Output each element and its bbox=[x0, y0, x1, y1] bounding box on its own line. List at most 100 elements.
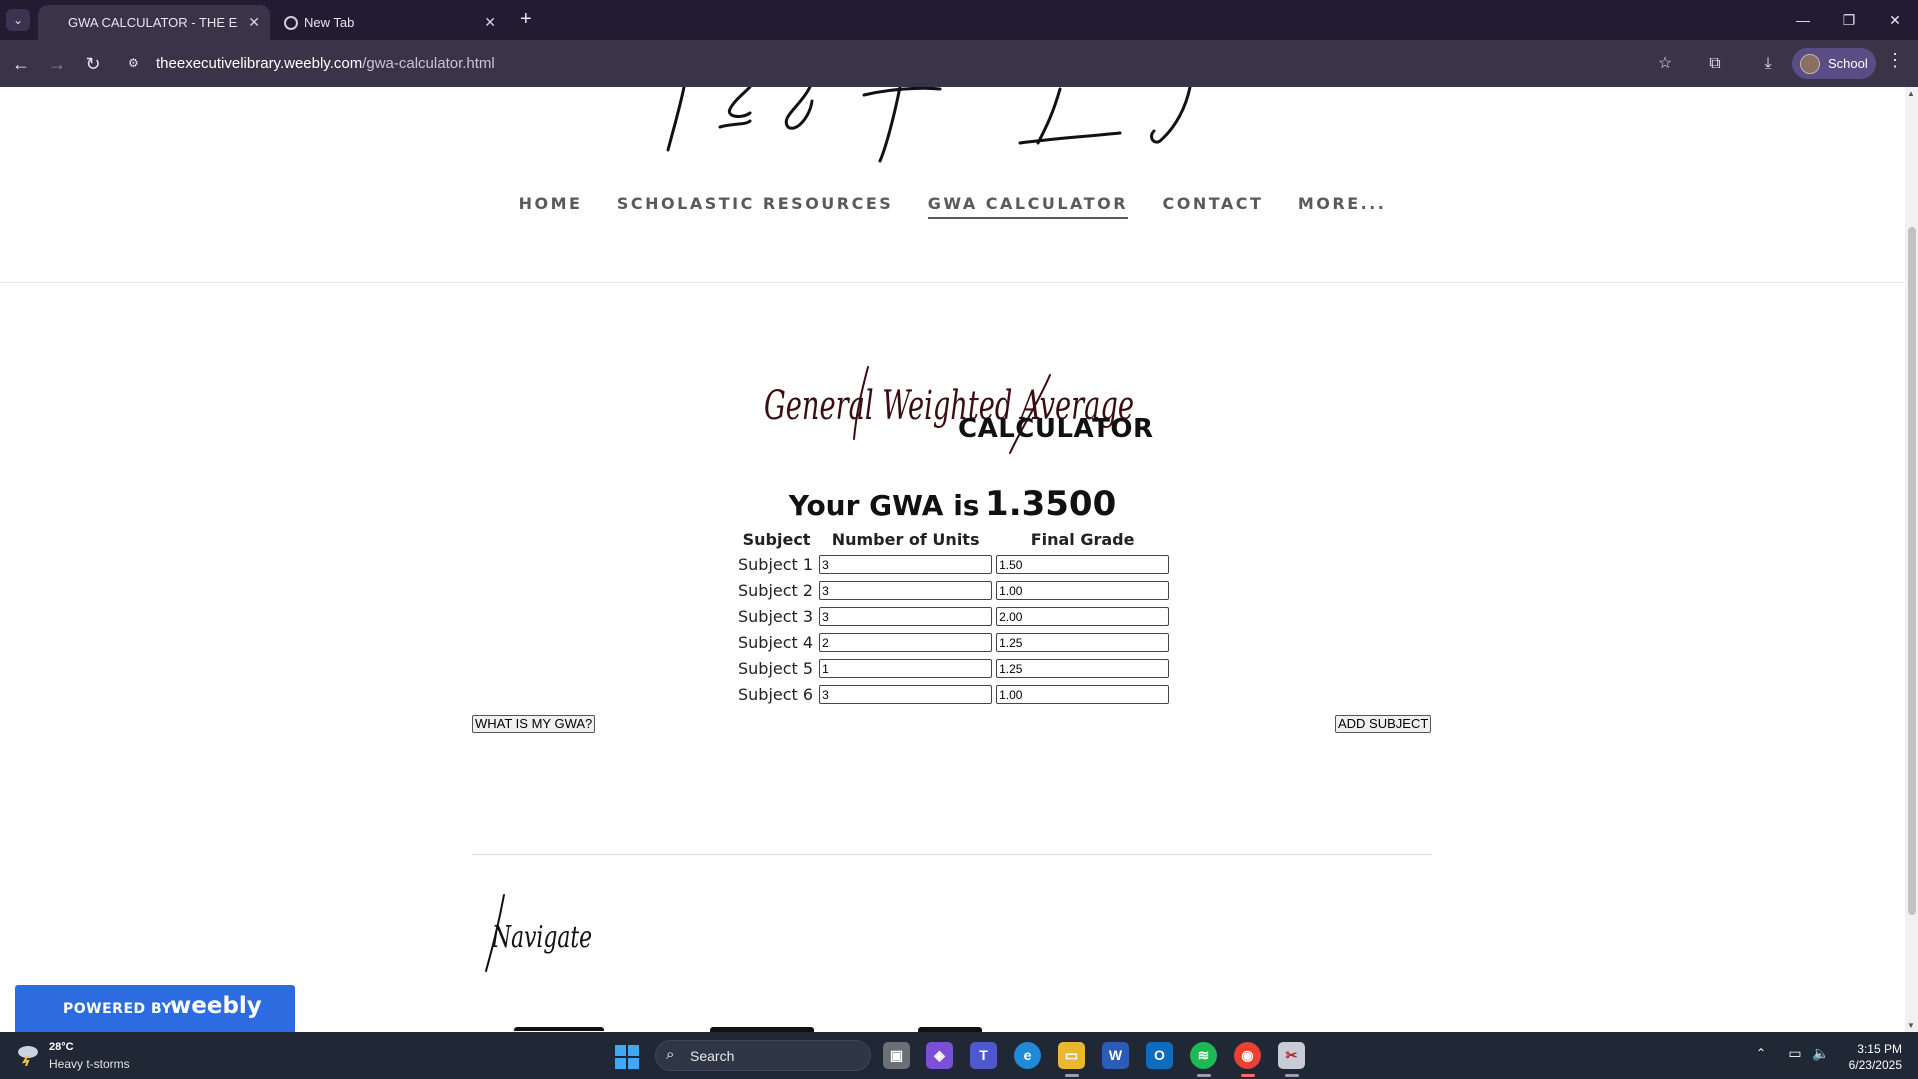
downloads-icon[interactable]: ⤓ bbox=[1756, 52, 1780, 76]
browser-tab-bar: ⌄ GWA CALCULATOR - THE EXECU ✕ New Tab ✕… bbox=[0, 0, 1918, 40]
back-arrow-icon[interactable]: ← bbox=[8, 51, 34, 77]
footer-divider bbox=[472, 854, 1432, 855]
grade-input[interactable] bbox=[996, 607, 1170, 627]
outlook-icon[interactable]: O bbox=[1146, 1042, 1173, 1069]
scrollbar-thumb[interactable] bbox=[1908, 227, 1916, 915]
running-indicator bbox=[1065, 1074, 1079, 1077]
units-input[interactable] bbox=[819, 555, 993, 575]
grade-input[interactable] bbox=[996, 659, 1170, 679]
profile-label: School bbox=[1828, 56, 1868, 71]
address-bar[interactable]: ⚙ theexecutivelibrary.weebly.com/gwa-cal… bbox=[120, 46, 1688, 82]
units-input[interactable] bbox=[819, 633, 993, 653]
nav-scholastic-resources[interactable]: SCHOLASTIC RESOURCES bbox=[617, 194, 893, 217]
network-icon[interactable]: ▭ bbox=[1785, 1045, 1805, 1065]
scroll-up-arrow-icon[interactable]: ▲ bbox=[1907, 89, 1915, 98]
word-icon[interactable]: W bbox=[1102, 1042, 1129, 1069]
close-tab-icon[interactable]: ✕ bbox=[484, 5, 496, 40]
nav-contact[interactable]: CONTACT bbox=[1162, 194, 1263, 217]
close-tab-icon[interactable]: ✕ bbox=[248, 5, 260, 40]
url-text[interactable]: theexecutivelibrary.weebly.com/gwa-calcu… bbox=[156, 55, 495, 72]
spotify-icon[interactable]: ≋ bbox=[1190, 1042, 1217, 1069]
header-units: Number of Units bbox=[831, 529, 980, 549]
nav-gwa-calculator[interactable]: GWA CALCULATOR bbox=[927, 194, 1129, 219]
header-final-grade: Final Grade bbox=[1030, 529, 1135, 549]
calc-subtitle: CALCULATOR bbox=[958, 414, 1154, 444]
search-icon: ⌕ bbox=[666, 1046, 675, 1063]
header-subject: Subject bbox=[742, 529, 811, 549]
subject-label: Subject 2 bbox=[738, 580, 814, 600]
nav-home[interactable]: HOME bbox=[519, 194, 583, 217]
gwa-result-label: Your GWA is bbox=[788, 489, 980, 522]
units-input[interactable] bbox=[819, 607, 993, 627]
profile-button[interactable]: School bbox=[1792, 48, 1876, 79]
table-row: Subject 6 bbox=[736, 681, 1171, 707]
chrome-favicon-icon bbox=[284, 16, 298, 30]
units-input[interactable] bbox=[819, 581, 993, 601]
units-input[interactable] bbox=[819, 685, 993, 705]
tab-gwa-calculator[interactable]: GWA CALCULATOR - THE EXECU ✕ bbox=[38, 5, 270, 40]
file-explorer-icon[interactable]: ▭ bbox=[1058, 1042, 1085, 1069]
grade-input[interactable] bbox=[996, 555, 1170, 575]
nav-more[interactable]: MORE... bbox=[1298, 194, 1387, 217]
taskbar-search-box[interactable]: ⌕ Search bbox=[655, 1040, 871, 1071]
new-tab-button[interactable]: + bbox=[520, 8, 532, 30]
tab-new-tab[interactable]: New Tab ✕ bbox=[274, 5, 506, 40]
tab-title: GWA CALCULATOR - THE EXECU bbox=[68, 15, 238, 30]
weather-storm-icon[interactable] bbox=[16, 1044, 40, 1066]
extensions-icon[interactable]: ⧉ bbox=[1703, 52, 1727, 76]
chrome-icon[interactable]: ◉ bbox=[1234, 1042, 1261, 1069]
grade-input[interactable] bbox=[996, 685, 1170, 705]
grade-input[interactable] bbox=[996, 581, 1170, 601]
subject-label: Subject 5 bbox=[738, 658, 814, 678]
main-nav: HOME SCHOLASTIC RESOURCES GWA CALCULATOR… bbox=[0, 194, 1905, 219]
weebly-logo: weebly bbox=[170, 993, 262, 1019]
windows-taskbar: 28°C Heavy t-storms ⌕ Search ▣ ◈ T e ▭ W… bbox=[0, 1032, 1918, 1079]
reload-icon[interactable]: ↻ bbox=[80, 51, 106, 77]
subject-label: Subject 3 bbox=[738, 606, 814, 626]
grade-input[interactable] bbox=[996, 633, 1170, 653]
powered-by-weebly-badge[interactable]: POWERED BY weebly bbox=[15, 985, 295, 1032]
site-info-icon[interactable]: ⚙ bbox=[128, 56, 146, 72]
minimize-button[interactable]: — bbox=[1780, 0, 1826, 40]
tab-title: New Tab bbox=[304, 15, 355, 30]
table-row: Subject 3 bbox=[736, 603, 1171, 629]
compute-gwa-button[interactable]: WHAT IS MY GWA? bbox=[472, 715, 596, 733]
navigate-heading-graphic: Navigate bbox=[485, 894, 592, 972]
add-subject-button[interactable]: ADD SUBJECT bbox=[1335, 715, 1432, 733]
gwa-result: Your GWA is 1.3500 bbox=[0, 484, 1905, 524]
weather-description[interactable]: Heavy t-storms bbox=[49, 1057, 130, 1071]
page-viewport: HOME SCHOLASTIC RESOURCES GWA CALCULATOR… bbox=[0, 87, 1905, 1032]
grades-table: Subject Number of Units Final Grade Subj… bbox=[736, 527, 1171, 707]
tray-overflow-chevron-icon[interactable]: ⌃ bbox=[1756, 1046, 1766, 1060]
edge-icon[interactable]: e bbox=[1014, 1042, 1041, 1069]
teams-icon[interactable]: T bbox=[970, 1042, 997, 1069]
windows-start-icon[interactable] bbox=[615, 1045, 639, 1069]
tab-search-menu-button[interactable]: ⌄ bbox=[6, 9, 30, 31]
clock-time[interactable]: 3:15 PM bbox=[1856, 1042, 1902, 1056]
clock-date[interactable]: 6/23/2025 bbox=[1840, 1058, 1902, 1072]
close-window-button[interactable]: ✕ bbox=[1872, 0, 1918, 40]
page-scrollbar[interactable]: ▲ ▼ bbox=[1905, 87, 1918, 1032]
weather-temperature[interactable]: 28°C bbox=[49, 1041, 74, 1053]
url-host: theexecutivelibrary.weebly.com bbox=[156, 55, 363, 72]
site-logo-script[interactable] bbox=[650, 87, 1290, 167]
bookmark-star-icon[interactable]: ☆ bbox=[1653, 52, 1677, 76]
table-row: Subject 1 bbox=[736, 551, 1171, 577]
forward-arrow-icon[interactable]: → bbox=[44, 51, 70, 77]
browser-menu-icon[interactable]: ⋮ bbox=[1886, 50, 1904, 71]
subject-label: Subject 4 bbox=[738, 632, 814, 652]
snipping-tool-icon[interactable]: ✂ bbox=[1278, 1042, 1305, 1069]
restore-button[interactable]: ❐ bbox=[1826, 0, 1872, 40]
subject-label: Subject 6 bbox=[738, 684, 814, 704]
running-indicator bbox=[1197, 1074, 1211, 1077]
grades-table-header: Subject Number of Units Final Grade bbox=[736, 527, 1171, 551]
units-input[interactable] bbox=[819, 659, 993, 679]
copilot-icon[interactable]: ◈ bbox=[926, 1042, 953, 1069]
gwa-result-value: 1.3500 bbox=[985, 484, 1117, 524]
scroll-down-arrow-icon[interactable]: ▼ bbox=[1907, 1021, 1915, 1030]
running-indicator bbox=[1285, 1074, 1299, 1077]
task-view-icon[interactable]: ▣ bbox=[883, 1042, 910, 1069]
header-divider bbox=[0, 282, 1905, 283]
active-indicator bbox=[1241, 1074, 1255, 1077]
volume-icon[interactable]: 🔈 bbox=[1811, 1045, 1831, 1065]
